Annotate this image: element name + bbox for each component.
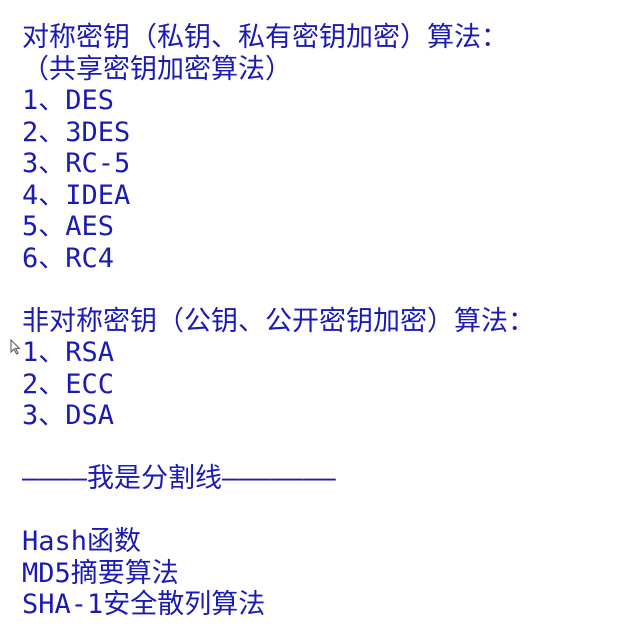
- symmetric-item-rc5: 3、RC-5: [22, 148, 131, 179]
- symmetric-item-idea: 4、IDEA: [22, 179, 131, 211]
- hash-item-md5: MD5摘要算法: [22, 557, 179, 589]
- symmetric-item-3des: 2、3DES: [22, 116, 131, 148]
- asymmetric-item-dsa: 3、DSA: [22, 400, 115, 431]
- symmetric-heading: 对称密钥（私钥、私有密钥加密）算法：: [22, 22, 508, 53]
- hash-item-function: Hash函数: [22, 526, 142, 557]
- asymmetric-heading: 非对称密钥（公钥、公开密钥加密）算法：: [22, 305, 535, 337]
- symmetric-subheading: （共享密钥加密算法）: [22, 53, 292, 85]
- symmetric-item-rc4: 6、RC4: [22, 242, 115, 274]
- symmetric-item-aes: 5、AES: [22, 211, 115, 242]
- hash-item-sha1: SHA-1安全散列算法: [22, 589, 266, 620]
- divider-line: ————我是分割线———————: [22, 463, 336, 494]
- symmetric-item-des: 1、DES: [22, 85, 115, 116]
- asymmetric-item-rsa: 1、RSA: [22, 337, 115, 368]
- asymmetric-item-ecc: 2、ECC: [22, 368, 115, 400]
- mouse-pointer-icon: [10, 339, 21, 355]
- document-body: 对称密钥（私钥、私有密钥加密）算法： （共享密钥加密算法） 1、DES 2、3D…: [22, 22, 632, 621]
